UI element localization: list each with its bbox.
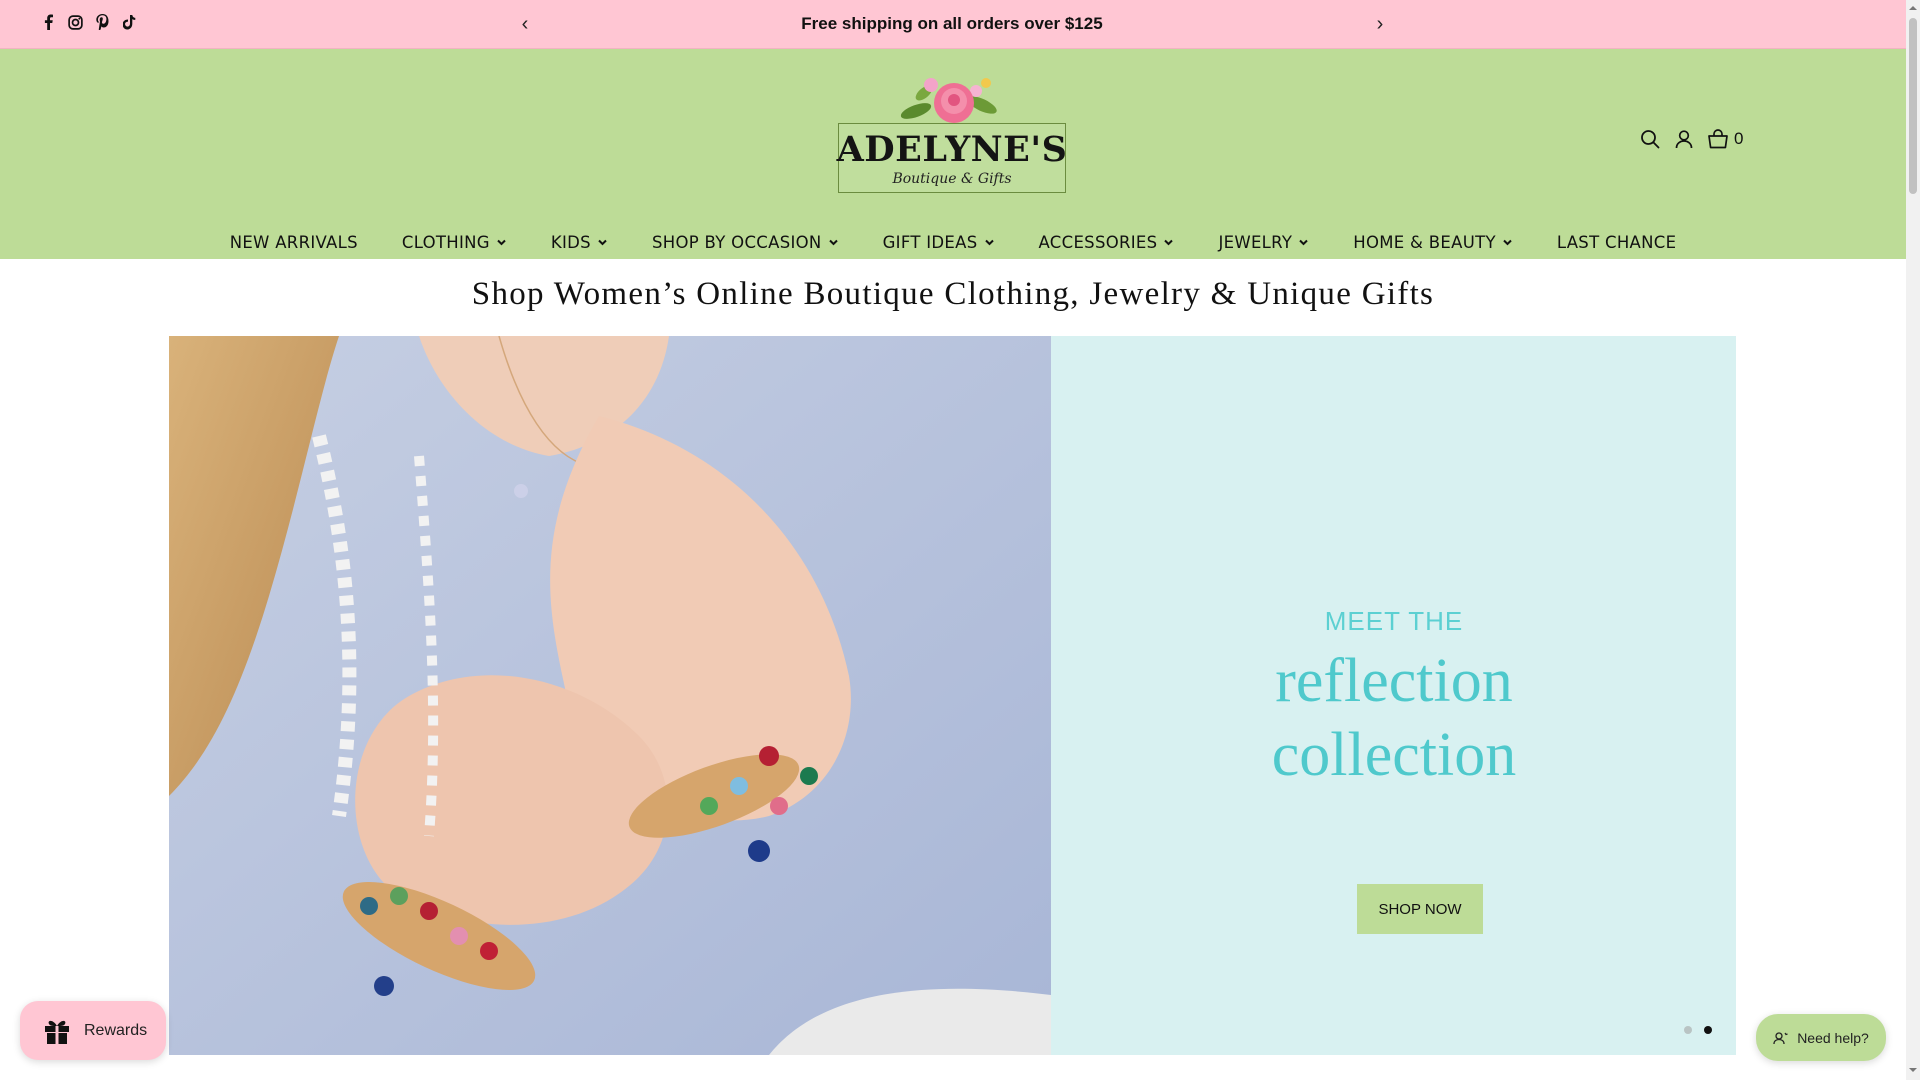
chevron-down-icon xyxy=(1163,237,1174,248)
nav-item-new-arrivals[interactable]: NEW ARRIVALS xyxy=(208,233,380,252)
logo[interactable]: ADELYNE'S Boutique & Gifts xyxy=(836,71,1074,193)
nav-item-label: JEWELRY xyxy=(1218,233,1293,252)
shop-now-button[interactable]: SHOP NOW xyxy=(1357,884,1483,934)
announcement-bar: ‹ Free shipping on all orders over $125 … xyxy=(0,0,1906,49)
tiktok-icon[interactable] xyxy=(121,13,137,31)
agent-icon xyxy=(1773,1031,1788,1044)
nav-item-gift-ideas[interactable]: GIFT IDEAS xyxy=(861,233,1017,252)
hero-title-line2: collection xyxy=(1271,721,1517,789)
main-nav: NEW ARRIVALS CLOTHING KIDS SHOP BY OCCASION… xyxy=(0,233,1906,252)
page-title: Shop Women’s Online Boutique Clothing, J… xyxy=(471,276,1435,312)
nav-item-label: GIFT IDEAS xyxy=(882,233,978,252)
pinterest-icon[interactable] xyxy=(94,13,110,31)
slider-dot[interactable] xyxy=(1704,1026,1712,1034)
nav-item-label: HOME & BEAUTY xyxy=(1353,233,1496,252)
nav-item-jewelry[interactable]: JEWELRY xyxy=(1196,233,1331,252)
chevron-down-icon xyxy=(1298,237,1309,248)
account-icon[interactable] xyxy=(1672,127,1696,151)
nav-item-label: LAST CHANCE xyxy=(1556,233,1677,252)
nav-item-label: ACCESSORIES xyxy=(1038,233,1158,252)
nav-item-last-chance[interactable]: LAST CHANCE xyxy=(1535,233,1698,252)
logo-name: ADELYNE'S xyxy=(836,129,1068,170)
announcement-prev-button[interactable]: ‹ xyxy=(513,11,537,37)
hero-promo-panel: MEET THE reflection collection SHOP NOW xyxy=(1051,336,1736,1055)
search-icon[interactable] xyxy=(1638,127,1662,151)
rewards-label: Rewards xyxy=(84,1021,148,1039)
chevron-down-icon xyxy=(828,237,839,248)
nav-item-home-beauty[interactable]: HOME & BEAUTY xyxy=(1331,233,1535,252)
nav-item-accessories[interactable]: ACCESSORIES xyxy=(1017,233,1197,252)
chevron-down-icon xyxy=(496,237,507,248)
announcement-text: Free shipping on all orders over $125 xyxy=(801,14,1103,33)
site-header: ADELYNE'S Boutique & Gifts 0 NEW ARRIVAL… xyxy=(0,49,1906,259)
gift-icon xyxy=(45,1020,69,1044)
hero-image xyxy=(169,336,1051,1055)
announcement-next-button[interactable]: › xyxy=(1368,11,1392,37)
scrollbar-thumb[interactable] xyxy=(1909,18,1917,194)
rewards-button[interactable]: Rewards xyxy=(20,1001,166,1060)
header-actions: 0 xyxy=(1638,127,1743,151)
chevron-down-icon xyxy=(1502,237,1513,248)
slider-dot[interactable] xyxy=(1684,1026,1692,1034)
help-chat-button[interactable]: Need help? xyxy=(1756,1014,1886,1061)
chevron-down-icon xyxy=(984,237,995,248)
hero-eyebrow: MEET THE xyxy=(1324,606,1464,636)
chevron-down-icon xyxy=(597,237,608,248)
hero-slider: MEET THE reflection collection SHOP NOW xyxy=(169,336,1736,1055)
social-links xyxy=(40,13,137,31)
logo-subtitle: Boutique & Gifts xyxy=(892,171,1012,187)
flower-icon xyxy=(900,78,997,123)
slider-dots xyxy=(1684,1026,1712,1034)
nav-item-kids[interactable]: KIDS xyxy=(529,233,630,252)
cart-icon[interactable] xyxy=(1706,127,1730,151)
nav-item-label: CLOTHING xyxy=(401,233,490,252)
nav-item-label: SHOP BY OCCASION xyxy=(651,233,822,252)
instagram-icon[interactable] xyxy=(67,13,83,31)
nav-item-clothing[interactable]: CLOTHING xyxy=(380,233,529,252)
nav-item-label: KIDS xyxy=(550,233,591,252)
scroll-down-icon[interactable] xyxy=(1909,1066,1917,1074)
facebook-icon[interactable] xyxy=(40,13,56,31)
help-label: Need help? xyxy=(1797,1029,1869,1046)
hero-title-line1: reflection xyxy=(1275,647,1513,715)
nav-item-shop-by-occasion[interactable]: SHOP BY OCCASION xyxy=(630,233,861,252)
scroll-up-icon[interactable] xyxy=(1909,4,1917,12)
cart-count: 0 xyxy=(1734,129,1744,148)
nav-item-label: NEW ARRIVALS xyxy=(229,233,358,252)
